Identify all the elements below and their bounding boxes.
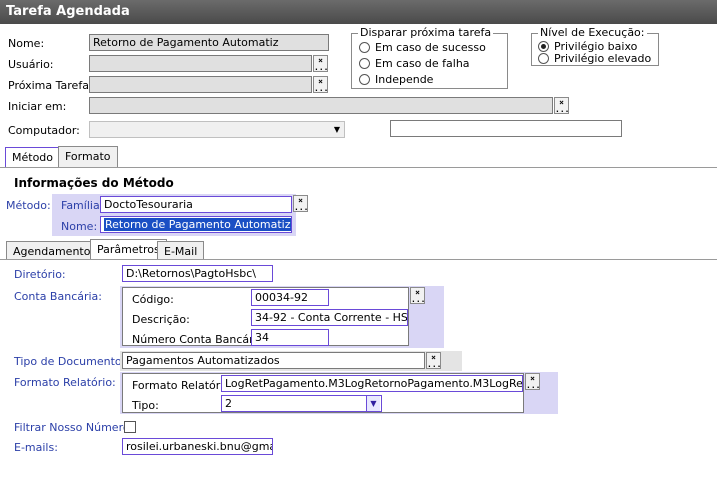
numero-conta-label: Número Conta Bancária: [132, 333, 268, 346]
radio-independe-label: Independe [375, 73, 434, 86]
tipo-select[interactable]: 2 [221, 395, 382, 412]
nome-label: Nome: [8, 37, 45, 50]
descricao-label: Descrição: [132, 313, 190, 326]
diretorio-label: Diretório: [14, 268, 66, 281]
iniciar-em-field[interactable] [89, 97, 553, 114]
proxima-tarefa-label: Próxima Tarefa: [8, 79, 93, 92]
familia-edit-button[interactable]: ×... [293, 195, 308, 212]
tipo-documento-label: Tipo de Documento: [14, 355, 126, 368]
iniciar-em-label: Iniciar em: [8, 100, 67, 113]
conta-edit-button[interactable]: ×... [410, 287, 425, 304]
tipo-label: Tipo: [132, 399, 159, 412]
radio-sucesso[interactable]: Em caso de sucesso [359, 41, 486, 54]
radio-icon [538, 53, 549, 64]
diretorio-field[interactable]: D:\Retornos\PagtoHsbc\ [122, 265, 273, 282]
disparar-legend: Disparar próxima tarefa [358, 26, 494, 39]
familia-label: Família: [61, 199, 104, 212]
browse-icon: ... [294, 203, 309, 212]
usuario-label: Usuário: [8, 58, 54, 71]
tab-agendamentos[interactable]: Agendamentos [6, 241, 104, 260]
browse-icon: ... [314, 63, 329, 72]
tab-metodo[interactable]: Método [5, 147, 61, 168]
radio-sucesso-label: Em caso de sucesso [375, 41, 486, 54]
conta-label: Conta Bancária: [14, 290, 103, 303]
tab-formato[interactable]: Formato [58, 146, 118, 167]
formato-edit-button[interactable]: ×... [525, 373, 540, 390]
chevron-down-icon[interactable]: ▼ [330, 122, 344, 137]
tab-email[interactable]: E-Mail [157, 241, 205, 260]
emails-field[interactable]: rosilei.urbaneski.bnu@gmail.co [122, 438, 273, 455]
nivel-legend: Nível de Execução: [538, 26, 647, 39]
tipo-documento-field[interactable]: Pagamentos Automatizados [122, 352, 425, 369]
radio-falha[interactable]: Em caso de falha [359, 57, 470, 70]
nome-field[interactable]: Retorno de Pagamento Automatiz [89, 34, 329, 51]
filtrar-label: Filtrar Nosso Número: [14, 421, 134, 434]
radio-privilegio-elevado[interactable]: Privilégio elevado [538, 52, 651, 65]
radio-independe[interactable]: Independe [359, 73, 433, 86]
metodo-nome-label: Nome: [61, 220, 98, 233]
numero-conta-field[interactable]: 34 [251, 329, 329, 346]
browse-icon: ... [427, 360, 442, 369]
radio-icon [359, 74, 370, 85]
codigo-label: Código: [132, 293, 174, 306]
radio-falha-label: Em caso de falha [375, 57, 470, 70]
codigo-field[interactable]: 00034-92 [251, 289, 329, 306]
metodo-nome-field[interactable]: Retorno de Pagamento Automatizado [100, 216, 292, 233]
radio-selected-icon [538, 41, 549, 52]
browse-icon: ... [526, 381, 541, 390]
browse-icon: ... [411, 295, 426, 304]
descricao-field[interactable]: 34-92 - Conta Corrente - HSBC B [251, 309, 408, 326]
familia-field[interactable]: DoctoTesouraria [100, 196, 292, 213]
formato-relatorio-label: Formato Relatório: [14, 376, 116, 389]
tipo-documento-edit-button[interactable]: ×... [426, 352, 441, 369]
computador-label: Computador: [8, 124, 80, 137]
chevron-down-icon[interactable]: ▼ [366, 396, 380, 411]
metodo-nome-value: Retorno de Pagamento Automatizado [104, 218, 291, 231]
window-title: Tarefa Agendada [0, 0, 717, 24]
inner-tab-divider [0, 259, 717, 260]
emails-label: E-mails: [14, 441, 58, 454]
formato-inner-label: Formato Relatório: [132, 379, 234, 392]
radio-icon [359, 42, 370, 53]
radio-privilegio-elevado-label: Privilégio elevado [554, 52, 652, 65]
filtrar-checkbox[interactable] [124, 421, 136, 433]
computador-select[interactable] [89, 121, 345, 138]
proxima-tarefa-field[interactable] [89, 76, 312, 93]
section-title: Informações do Método [14, 176, 174, 190]
usuario-edit-button[interactable]: ×... [313, 55, 328, 72]
tab-parametros[interactable]: Parâmetros [90, 239, 167, 260]
proxima-tarefa-edit-button[interactable]: ×... [313, 76, 328, 93]
browse-icon: ... [555, 105, 570, 114]
iniciar-em-edit-button[interactable]: ×... [554, 97, 569, 114]
radio-icon [359, 58, 370, 69]
browse-icon: ... [314, 84, 329, 93]
tab-divider [0, 167, 717, 168]
usuario-field[interactable] [89, 55, 312, 72]
formato-relatorio-field[interactable]: LogRetPagamento.M3LogRetornoPagamento.M3… [221, 375, 523, 392]
computador-extra-field[interactable] [390, 120, 622, 137]
metodo-label: Método:: [6, 199, 55, 212]
